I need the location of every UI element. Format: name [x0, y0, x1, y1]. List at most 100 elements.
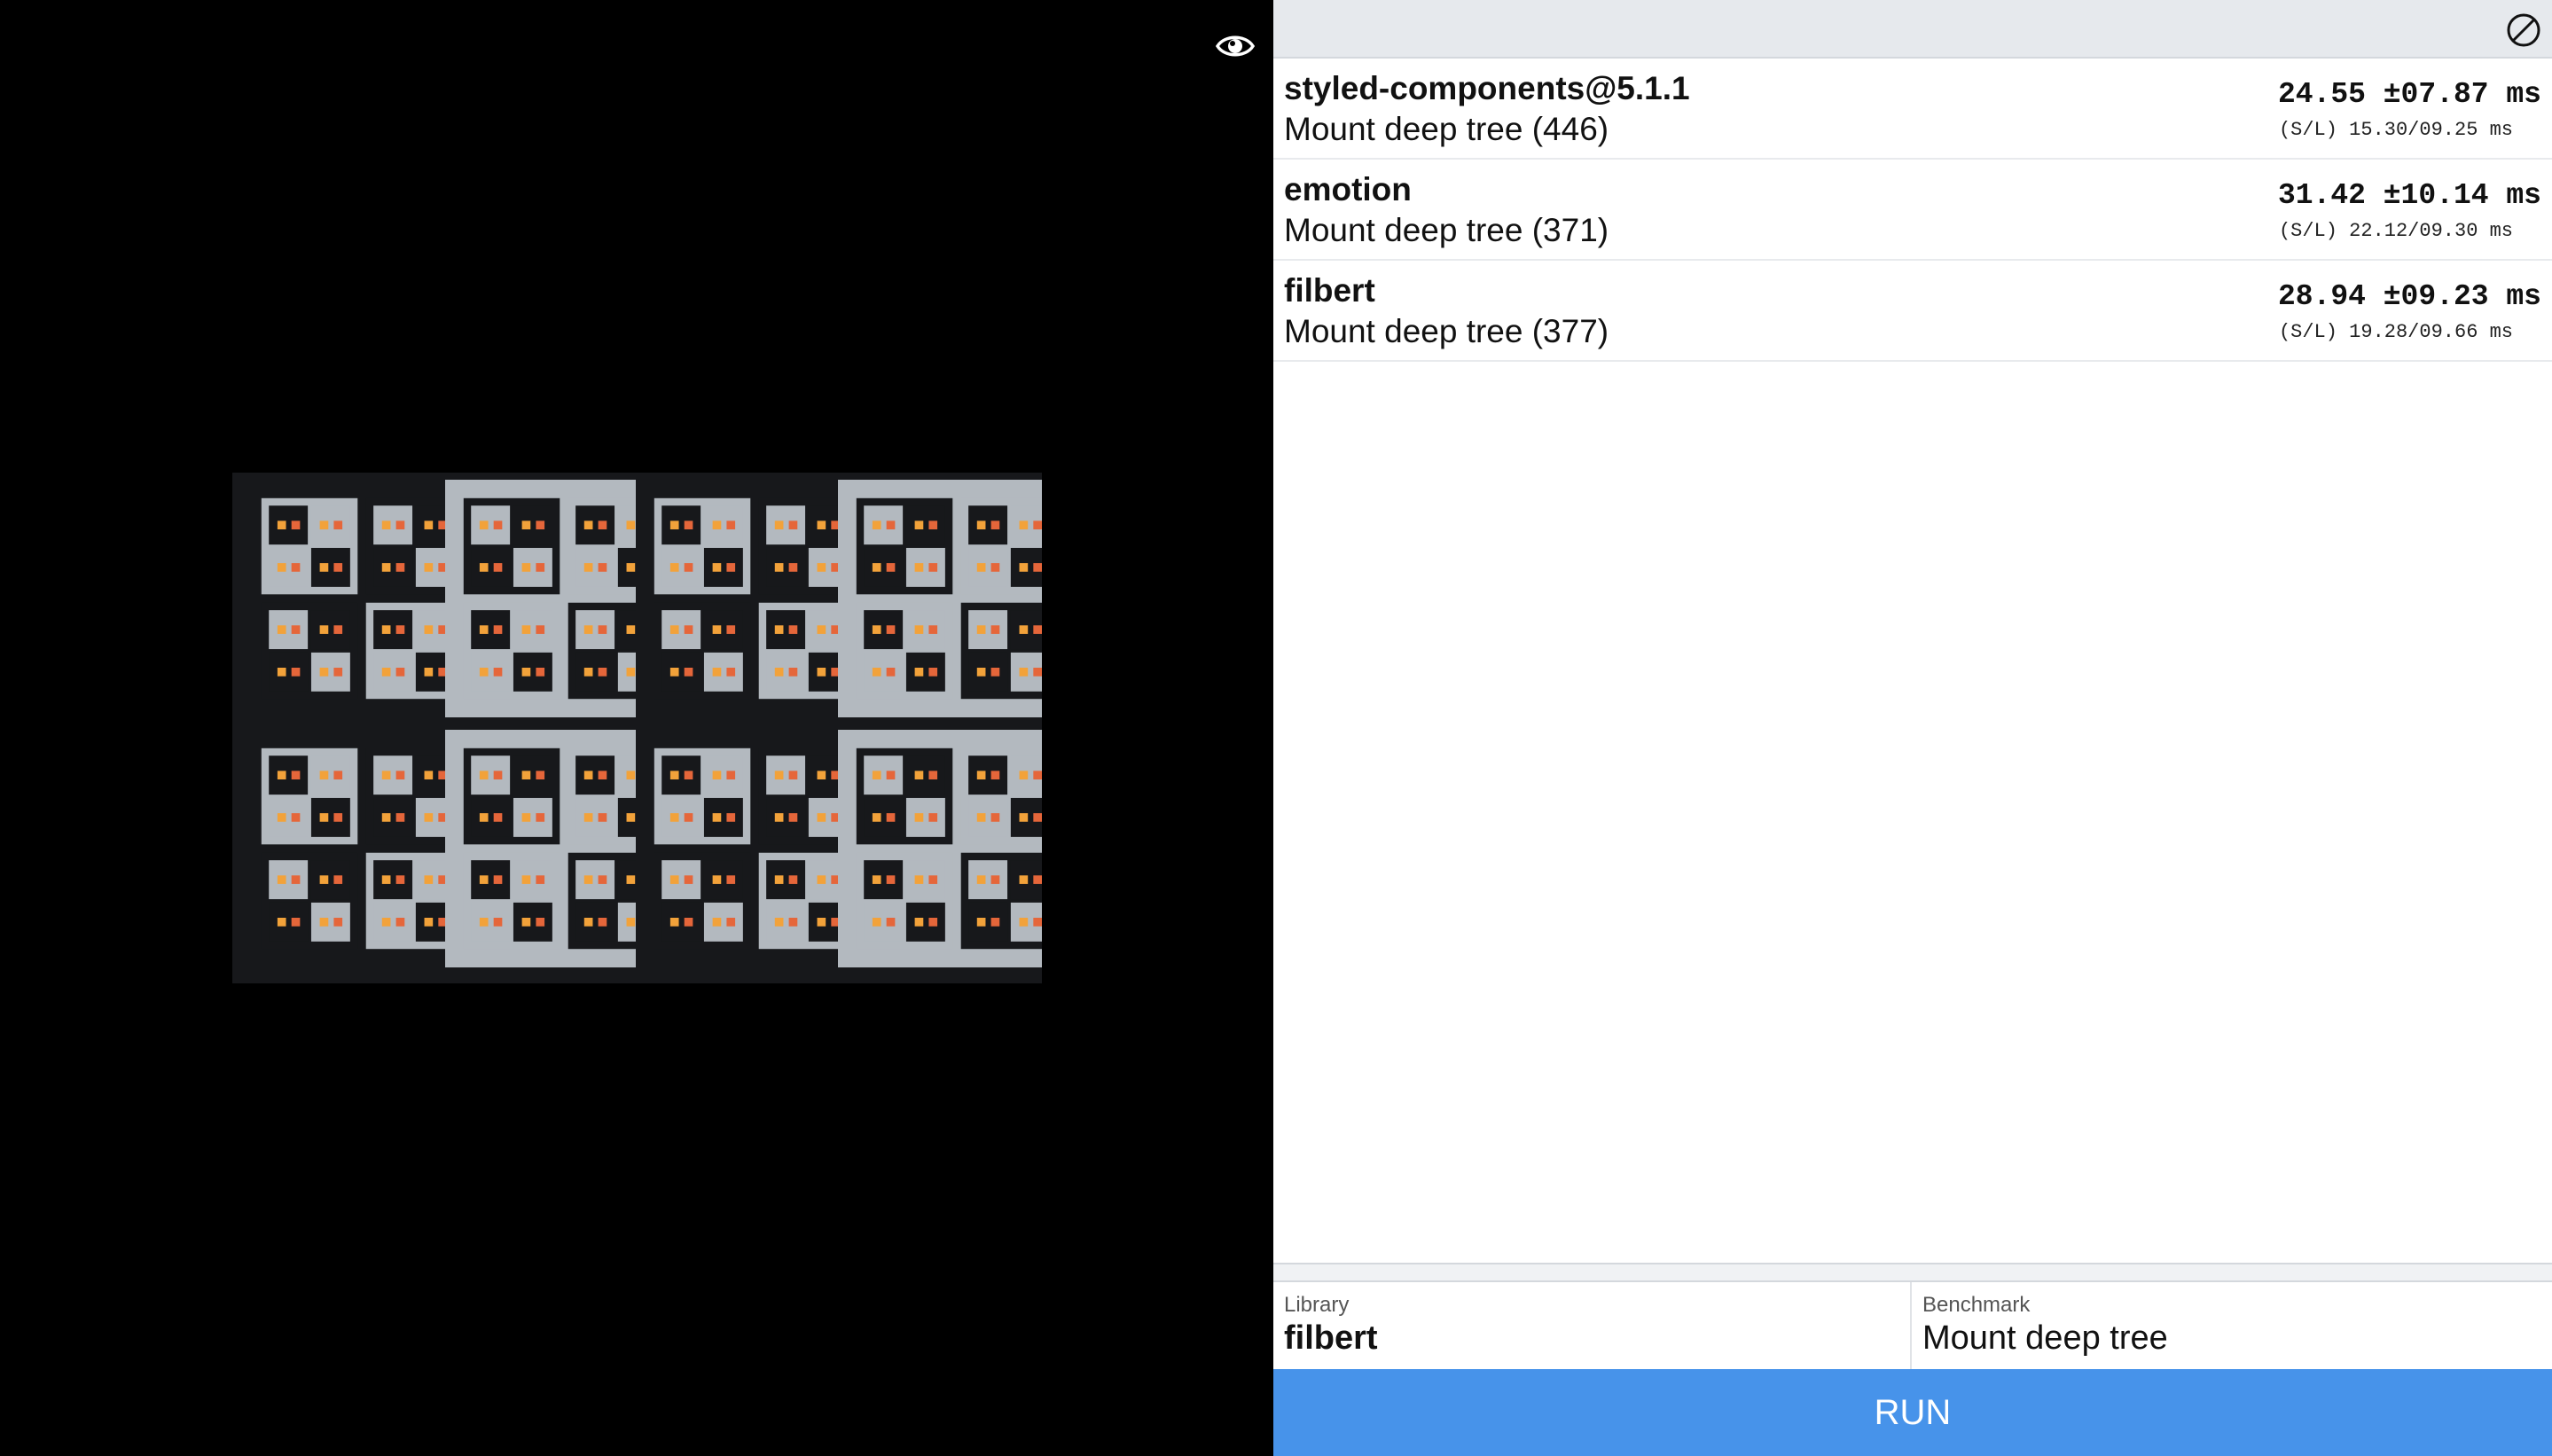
tree-dot	[669, 875, 679, 884]
tree-dot	[381, 667, 391, 677]
benchmark-select[interactable]: Benchmark Mount deep tree	[1912, 1282, 2552, 1369]
tree-box	[373, 547, 413, 587]
tree-dot	[684, 625, 693, 634]
tree-dot	[536, 771, 545, 780]
tree-box	[471, 547, 511, 587]
tree-dot	[990, 667, 1000, 677]
tree-dot	[1019, 667, 1029, 677]
tree-box	[968, 547, 1008, 587]
tree-box	[513, 860, 552, 900]
tree-dot	[872, 521, 881, 530]
tree-dot	[277, 771, 286, 780]
tree-dot	[872, 875, 881, 884]
tree-box	[471, 652, 511, 692]
tree-dot	[626, 771, 636, 780]
tree-box	[575, 505, 615, 545]
tree-dot	[669, 771, 679, 780]
toggle-visibility-button[interactable]	[1213, 27, 1257, 66]
tree-dot	[277, 563, 286, 572]
tree-dot	[536, 625, 545, 634]
result-row: filbert Mount deep tree (377) 28.94 ±09.…	[1273, 261, 2552, 362]
tree-dot	[990, 875, 1000, 884]
tree-dot	[291, 771, 301, 780]
tree-dot	[626, 563, 636, 572]
tree-box	[766, 610, 806, 650]
tree-dot	[928, 813, 938, 822]
tree-dot	[669, 521, 679, 530]
tree-dot	[872, 625, 881, 634]
tree-dot	[521, 625, 531, 634]
tree-dot	[424, 813, 434, 822]
tree-dot	[626, 917, 636, 927]
tree-box	[864, 860, 904, 900]
tree-dot	[319, 875, 329, 884]
tree-dot	[479, 521, 489, 530]
result-benchmark: Mount deep tree (371)	[1284, 212, 1609, 248]
tree-dot	[479, 813, 489, 822]
tree-dot	[493, 875, 503, 884]
tree-dot	[291, 563, 301, 572]
tree-box	[864, 505, 904, 545]
tree-box	[310, 610, 350, 650]
tree-dot	[333, 625, 343, 634]
tree-dot	[424, 875, 434, 884]
tree-box	[373, 652, 413, 692]
tree-dot	[712, 771, 722, 780]
deep-tree-canvas	[232, 473, 1042, 983]
tree-dot	[291, 875, 301, 884]
tree-box	[513, 610, 552, 650]
tree-dot	[886, 771, 896, 780]
run-button[interactable]: RUN	[1273, 1369, 2552, 1456]
tree-box	[864, 797, 904, 837]
tree-dot	[1019, 813, 1029, 822]
tree-dot	[817, 813, 826, 822]
tree-dot	[395, 917, 405, 927]
library-select[interactable]: Library filbert	[1273, 1282, 1912, 1369]
result-sample-layout-time: (S/L) 19.28/09.66 ms	[2278, 321, 2513, 343]
tree-dot	[990, 521, 1000, 530]
tree-dot	[277, 667, 286, 677]
tree-dot	[774, 667, 784, 677]
tree-box	[766, 652, 806, 692]
tree-dot	[395, 875, 405, 884]
tree-box	[703, 505, 743, 545]
tree-dot	[381, 563, 391, 572]
tree-dot	[319, 667, 329, 677]
tree-dot	[774, 813, 784, 822]
tree-box	[703, 860, 743, 900]
tree-dot	[381, 917, 391, 927]
tree-dot	[319, 813, 329, 822]
tree-box	[269, 797, 309, 837]
tree-dot	[583, 771, 593, 780]
tree-dot	[886, 521, 896, 530]
tree-dot	[914, 521, 924, 530]
clear-results-icon	[2507, 13, 2540, 47]
tree-box	[905, 860, 945, 900]
result-benchmark: Mount deep tree (446)	[1284, 111, 1609, 147]
tree-box	[513, 547, 552, 587]
tree-dot	[669, 813, 679, 822]
tree-dot	[1033, 875, 1042, 884]
tree-dot	[424, 771, 434, 780]
tree-dot	[712, 625, 722, 634]
tree-box	[661, 610, 701, 650]
tree-dot	[976, 813, 986, 822]
tree-box	[310, 902, 350, 942]
tree-box	[864, 547, 904, 587]
tree-dot	[536, 667, 545, 677]
tree-dot	[395, 563, 405, 572]
tree-dot	[712, 875, 722, 884]
tree-dot	[684, 521, 693, 530]
tree-dot	[598, 521, 607, 530]
tree-dot	[1033, 563, 1042, 572]
tree-dot	[774, 771, 784, 780]
tree-dot	[1019, 771, 1029, 780]
tree-dot	[493, 917, 503, 927]
clear-results-button[interactable]	[2504, 11, 2543, 50]
tree-dot	[424, 563, 434, 572]
result-library: emotion	[1284, 171, 1412, 207]
results-panel: styled-components@5.1.1 Mount deep tree …	[1273, 0, 2552, 1456]
tree-dot	[914, 563, 924, 572]
tree-box	[766, 547, 806, 587]
tree-dot	[712, 813, 722, 822]
